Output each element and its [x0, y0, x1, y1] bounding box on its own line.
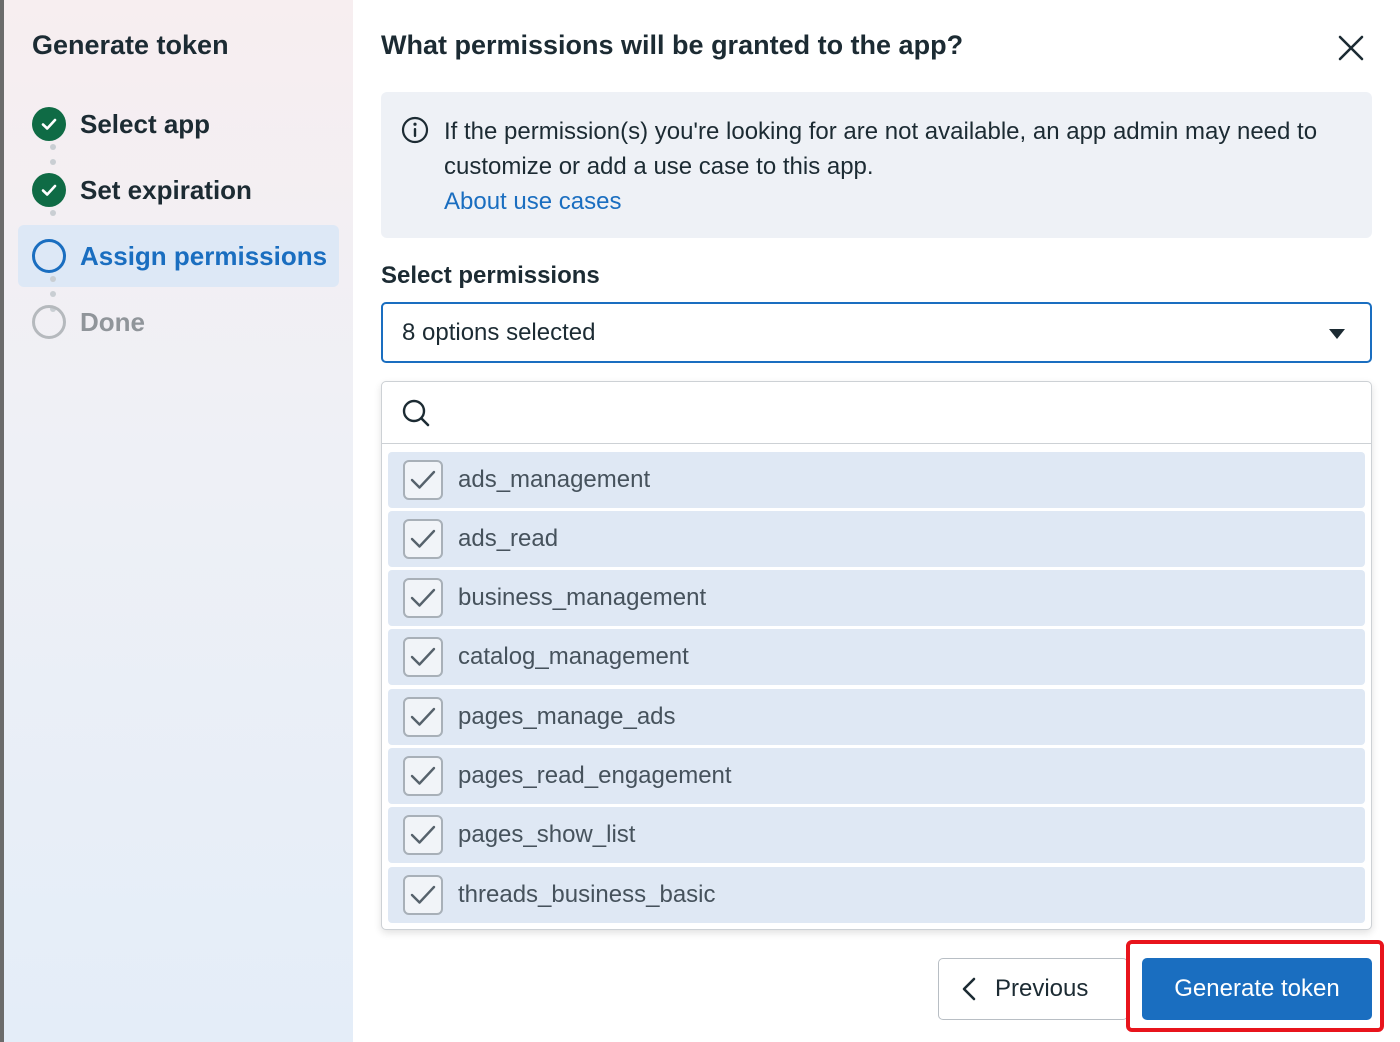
permission-option[interactable]: pages_show_list — [388, 807, 1365, 863]
permission-option[interactable]: pages_read_engagement — [388, 748, 1365, 804]
step-set-expiration: Set expiration — [18, 159, 339, 221]
step-select-app: Select app — [18, 93, 339, 155]
previous-label: Previous — [995, 975, 1089, 1002]
info-text: If the permission(s) you're looking for … — [444, 118, 1318, 180]
permissions-select[interactable]: 8 options selected — [381, 302, 1372, 363]
permission-option[interactable]: threads_business_basic — [388, 867, 1365, 923]
select-permissions-label: Select permissions — [381, 262, 600, 289]
close-button[interactable] — [1331, 28, 1371, 68]
permission-option[interactable]: ads_management — [388, 452, 1365, 508]
chevron-left-icon — [962, 977, 976, 1001]
option-label: pages_show_list — [458, 821, 636, 848]
checkbox[interactable] — [403, 519, 443, 559]
generate-token-label: Generate token — [1174, 975, 1340, 1002]
empty-circle-icon — [32, 239, 66, 273]
permission-option[interactable]: pages_manage_ads — [388, 689, 1365, 745]
checkbox[interactable] — [403, 637, 443, 677]
option-label: ads_management — [458, 466, 651, 493]
step-label: Done — [80, 306, 145, 337]
option-label: pages_read_engagement — [458, 762, 732, 789]
check-icon — [410, 766, 436, 785]
info-banner: If the permission(s) you're looking for … — [381, 92, 1372, 238]
permissions-dialog: What permissions will be granted to the … — [353, 0, 1400, 1042]
check-icon — [410, 825, 436, 844]
caret-down-icon — [1329, 329, 1345, 339]
checkbox[interactable] — [403, 756, 443, 796]
permissions-dropdown: ads_management ads_read business_managem… — [381, 381, 1372, 930]
step-done: Done — [18, 291, 339, 353]
checkbox[interactable] — [403, 578, 443, 618]
steps-sidebar: Generate token Select app Set expiration… — [4, 0, 353, 1042]
option-label: catalog_management — [458, 643, 689, 670]
checkbox[interactable] — [403, 875, 443, 915]
check-circle-icon — [32, 173, 66, 207]
check-icon — [410, 647, 436, 666]
option-label: ads_read — [458, 525, 559, 552]
step-assign-permissions: Assign permissions — [18, 225, 339, 287]
check-icon — [410, 470, 436, 489]
option-label: threads_business_basic — [458, 881, 716, 908]
checkbox[interactable] — [403, 815, 443, 855]
about-use-cases-link[interactable]: About use cases — [444, 184, 621, 219]
permission-option[interactable]: catalog_management — [388, 629, 1365, 685]
select-value: 8 options selected — [402, 318, 596, 346]
check-icon — [410, 588, 436, 607]
dropdown-search — [382, 382, 1371, 444]
step-label: Assign permissions — [80, 240, 328, 271]
check-icon — [410, 529, 436, 548]
step-label: Set expiration — [80, 174, 252, 205]
checkbox[interactable] — [403, 697, 443, 737]
check-icon — [410, 885, 436, 904]
generate-token-button[interactable]: Generate token — [1142, 958, 1372, 1020]
check-icon — [410, 707, 436, 726]
step-label: Select app — [80, 108, 211, 139]
permission-option[interactable]: business_management — [388, 570, 1365, 626]
option-label: business_management — [458, 584, 707, 611]
sidebar-title: Generate token — [32, 30, 229, 60]
dialog-title: What permissions will be granted to the … — [381, 30, 964, 60]
empty-circle-icon — [32, 305, 66, 339]
check-circle-icon — [32, 107, 66, 141]
search-icon — [402, 399, 430, 427]
option-label: pages_manage_ads — [458, 703, 676, 730]
permission-option[interactable]: ads_read — [388, 511, 1365, 567]
info-icon — [401, 116, 429, 144]
checkbox[interactable] — [403, 460, 443, 500]
previous-button[interactable]: Previous — [938, 958, 1128, 1020]
permission-search-input[interactable] — [444, 392, 1344, 434]
close-icon — [1338, 35, 1364, 61]
